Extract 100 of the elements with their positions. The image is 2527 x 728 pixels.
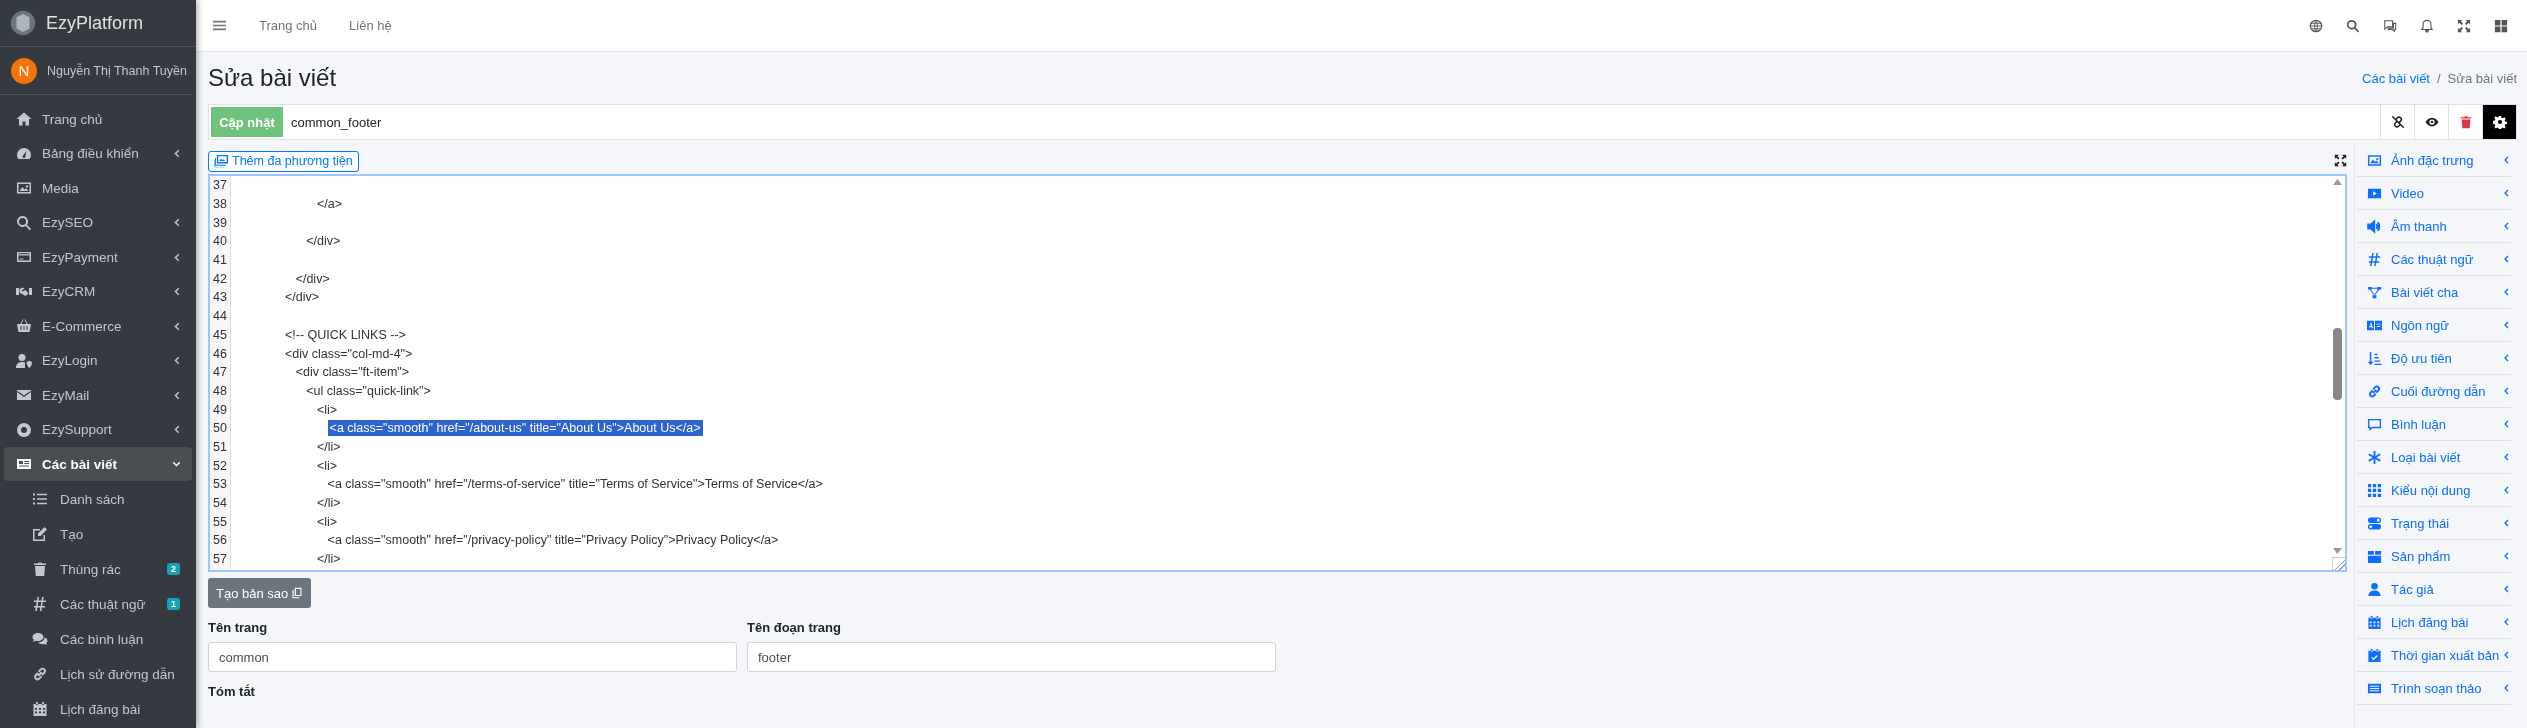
line-number: 41 bbox=[212, 253, 228, 268]
chevron-left-icon bbox=[171, 286, 182, 297]
sidebar-item[interactable]: EzySupport bbox=[4, 412, 192, 447]
input-field[interactable]: common bbox=[208, 642, 737, 672]
sidebar-subitem[interactable]: Tạo bbox=[4, 516, 192, 552]
code-line: <li> bbox=[316, 514, 338, 529]
chat-icon[interactable] bbox=[2382, 18, 2397, 33]
link-icon bbox=[32, 666, 48, 682]
panel-item[interactable]: Video bbox=[2357, 177, 2511, 210]
line-number: 53 bbox=[212, 477, 228, 492]
line-number: 45 bbox=[212, 327, 228, 342]
sidebar-item[interactable]: E-Commerce bbox=[4, 309, 192, 343]
sidebar-item[interactable]: EzySEO bbox=[4, 205, 192, 240]
line-number: 50 bbox=[212, 421, 228, 436]
panel-item[interactable]: Lịch đăng bài bbox=[2357, 606, 2511, 639]
menu-icon bbox=[212, 18, 227, 33]
sidebar-item[interactable]: EzyCRM bbox=[4, 274, 192, 309]
sort-icon bbox=[2367, 350, 2382, 366]
photos-icon bbox=[214, 153, 229, 169]
sidebar-subitem[interactable]: Các bình luận bbox=[4, 621, 192, 657]
apps-icon[interactable] bbox=[2493, 18, 2508, 33]
calendar-icon bbox=[32, 701, 48, 717]
panel-item[interactable]: Loại bài viết bbox=[2357, 441, 2511, 474]
code-line: </div> bbox=[306, 234, 341, 249]
resize-handle[interactable] bbox=[2332, 557, 2345, 570]
down-arrow-icon[interactable] bbox=[2333, 548, 2342, 554]
code-line: <div class="ft-item"> bbox=[295, 365, 410, 380]
scrollbar-thumb[interactable] bbox=[2333, 328, 2342, 400]
scrollbar[interactable] bbox=[2330, 176, 2345, 556]
sidebar-subitem[interactable]: Danh sách bbox=[4, 481, 192, 517]
panel-item[interactable]: Độ ưu tiên bbox=[2357, 342, 2511, 375]
count-badge: 2 bbox=[167, 563, 180, 575]
sidebar-subitem[interactable]: Các thuật ngữ 1 bbox=[4, 586, 192, 622]
line-number: 54 bbox=[212, 496, 228, 511]
breadcrumb-separator: / bbox=[2436, 70, 2441, 86]
input-field[interactable]: footer bbox=[747, 642, 1276, 672]
sidebar-item[interactable]: Bảng điều khiển bbox=[4, 136, 192, 171]
panel-item[interactable]: Các thuật ngữ bbox=[2357, 243, 2511, 276]
field-label: Tóm tắt bbox=[208, 684, 255, 699]
page-title: Sửa bài viết bbox=[208, 64, 338, 92]
copy-icon bbox=[291, 587, 304, 599]
sidebar-subitem[interactable]: Lịch đăng bài bbox=[4, 691, 192, 727]
panel-item[interactable]: Trạng thái bbox=[2357, 507, 2511, 540]
fullscreen-icon[interactable] bbox=[2456, 18, 2471, 33]
code-line: <ul class="quick-link"> bbox=[306, 383, 431, 398]
line-number: 51 bbox=[212, 439, 228, 454]
user-name[interactable]: Nguyễn Thị Thanh Tuyền bbox=[47, 63, 187, 78]
panel-item[interactable]: Thời gian xuất bản bbox=[2357, 639, 2511, 672]
sidebar-item[interactable]: Các bài viết bbox=[4, 447, 192, 481]
tree-icon bbox=[2367, 284, 2382, 300]
panel-item[interactable]: Âm thanh bbox=[2357, 210, 2511, 243]
asterisk-icon bbox=[2367, 449, 2382, 465]
panel-item[interactable]: Cuối đường dẫn bbox=[2357, 375, 2511, 408]
nav-link[interactable]: Trang chủ bbox=[259, 18, 318, 33]
breadcrumb-link[interactable]: Các bài viết bbox=[2362, 70, 2430, 86]
globe-icon[interactable] bbox=[2308, 18, 2323, 33]
bell-icon[interactable] bbox=[2419, 18, 2434, 33]
line-number: 55 bbox=[212, 514, 228, 529]
panel-item[interactable]: Ảnh đặc trưng bbox=[2357, 144, 2511, 177]
sidebar-item[interactable]: Media bbox=[4, 171, 192, 205]
panel-item[interactable]: Tác giả bbox=[2357, 573, 2511, 606]
sidebar-item[interactable]: EzyPayment bbox=[4, 240, 192, 274]
chevron-left-icon bbox=[171, 148, 182, 159]
code-line: </li> bbox=[316, 496, 341, 511]
line-number: 46 bbox=[212, 346, 228, 361]
sidebar-item[interactable]: EzyLogin bbox=[4, 343, 192, 378]
box-icon bbox=[2367, 548, 2382, 564]
search-icon[interactable] bbox=[2345, 18, 2360, 33]
panel-item[interactable]: Sản phẩm bbox=[2357, 540, 2511, 573]
code-line: <a class="smooth" href="/terms-of-service" title="Terms of Service">Terms of Service</a> bbox=[327, 477, 823, 492]
card-icon bbox=[16, 249, 32, 265]
line-number: 37 bbox=[212, 178, 228, 193]
brand-name: EzyPlatform bbox=[46, 12, 144, 34]
code-line: <div class="col-md-4"> bbox=[285, 346, 413, 361]
panel-item[interactable]: Bình luận bbox=[2357, 408, 2511, 441]
menu-button[interactable] bbox=[212, 18, 227, 33]
panel-item[interactable]: Trình soạn thảo bbox=[2357, 672, 2511, 705]
gauge-icon bbox=[16, 145, 32, 162]
sidebar-item[interactable]: Trang chủ bbox=[4, 102, 192, 136]
nav-link[interactable]: Liên hệ bbox=[349, 18, 392, 33]
count-badge: 1 bbox=[167, 598, 180, 610]
line-number: 40 bbox=[212, 234, 228, 249]
sidebar-subitem[interactable]: Thùng rác 2 bbox=[4, 551, 192, 587]
code-line: </a> bbox=[316, 197, 342, 212]
panel-item[interactable]: Kiểu nội dung bbox=[2357, 474, 2511, 507]
grid-icon bbox=[2367, 482, 2382, 498]
panel-item[interactable]: Bài viết cha bbox=[2357, 276, 2511, 309]
panel-item[interactable]: Ngôn ngữ bbox=[2357, 309, 2511, 342]
field-label: Tên đoạn trang bbox=[747, 620, 842, 635]
line-number: 52 bbox=[212, 458, 228, 473]
up-arrow-icon[interactable] bbox=[2333, 179, 2342, 185]
logo-icon bbox=[10, 10, 36, 36]
field-label: Tên trang bbox=[208, 620, 269, 635]
sidebar-item[interactable]: EzyMail bbox=[4, 378, 192, 412]
copy-button[interactable]: Tạo bản sao bbox=[208, 578, 312, 608]
toggle-icon bbox=[2367, 515, 2382, 531]
code-line: <a class="smooth" href="/privacy-policy" title="Privacy Policy">Privacy Policy</a> bbox=[327, 533, 779, 548]
sidebar-subitem[interactable]: Lịch sử đường dẫn bbox=[4, 656, 192, 692]
add-media-button[interactable]: Thêm đa phương tiện bbox=[208, 150, 359, 172]
line-number: 39 bbox=[212, 215, 228, 230]
